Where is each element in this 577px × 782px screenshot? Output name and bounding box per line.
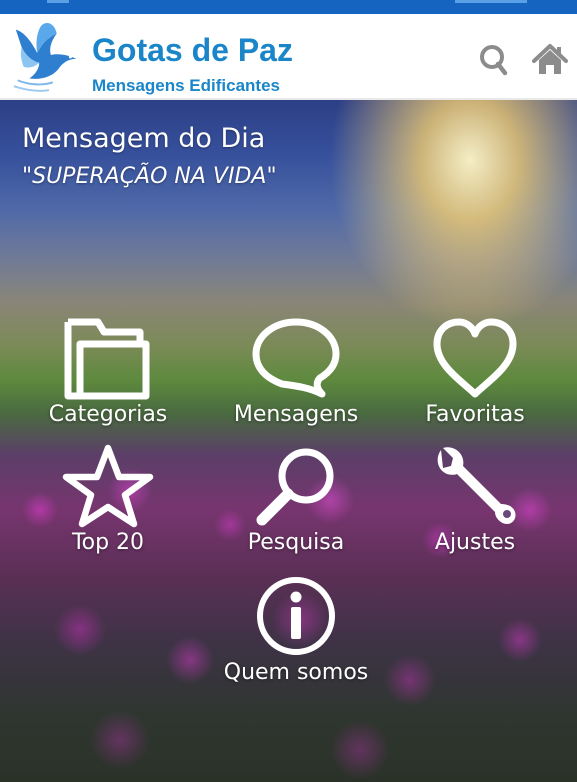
home-icon xyxy=(530,40,570,80)
menu-mensagens[interactable]: Mensagens xyxy=(206,316,386,436)
daily-message-title[interactable]: "SUPERAÇÃO NA VIDA" xyxy=(22,163,277,191)
folder-icon xyxy=(62,316,154,402)
menu-ajustes-label: Ajustes xyxy=(434,530,516,555)
menu-quem-somos[interactable]: Quem somos xyxy=(206,574,386,694)
dove-icon xyxy=(8,16,86,94)
menu-pesquisa[interactable]: Pesquisa xyxy=(206,444,386,564)
home-button[interactable] xyxy=(530,40,570,80)
speech-bubble-icon xyxy=(250,316,342,402)
home-panel: Mensagem do Dia "SUPERAÇÃO NA VIDA" Cate… xyxy=(0,100,577,782)
menu-mensagens-label: Mensagens xyxy=(233,402,359,427)
status-indicator xyxy=(455,0,527,3)
wrench-icon xyxy=(429,444,521,530)
search-icon xyxy=(474,40,514,80)
app-header: Gotas de Paz Mensagens Edificantes xyxy=(0,14,577,100)
daily-message-heading: Mensagem do Dia xyxy=(22,123,266,154)
menu-top20-label: Top 20 xyxy=(71,530,145,555)
menu-quem-somos-label: Quem somos xyxy=(223,660,369,685)
status-indicator xyxy=(47,0,69,3)
heart-icon xyxy=(429,316,521,402)
search-button[interactable] xyxy=(474,40,514,80)
info-icon xyxy=(250,574,342,660)
star-icon xyxy=(62,444,154,530)
status-bar xyxy=(0,0,577,14)
menu-favoritas[interactable]: Favoritas xyxy=(385,316,565,436)
magnifier-icon xyxy=(250,444,342,530)
menu-pesquisa-label: Pesquisa xyxy=(247,530,345,555)
menu-categorias-label: Categorias xyxy=(48,402,168,427)
menu-favoritas-label: Favoritas xyxy=(425,402,525,427)
menu-top20[interactable]: Top 20 xyxy=(18,444,198,564)
menu-categorias[interactable]: Categorias xyxy=(18,316,198,436)
menu-ajustes[interactable]: Ajustes xyxy=(385,444,565,564)
app-title: Gotas de Paz xyxy=(92,32,293,68)
app-subtitle: Mensagens Edificantes xyxy=(92,76,281,95)
